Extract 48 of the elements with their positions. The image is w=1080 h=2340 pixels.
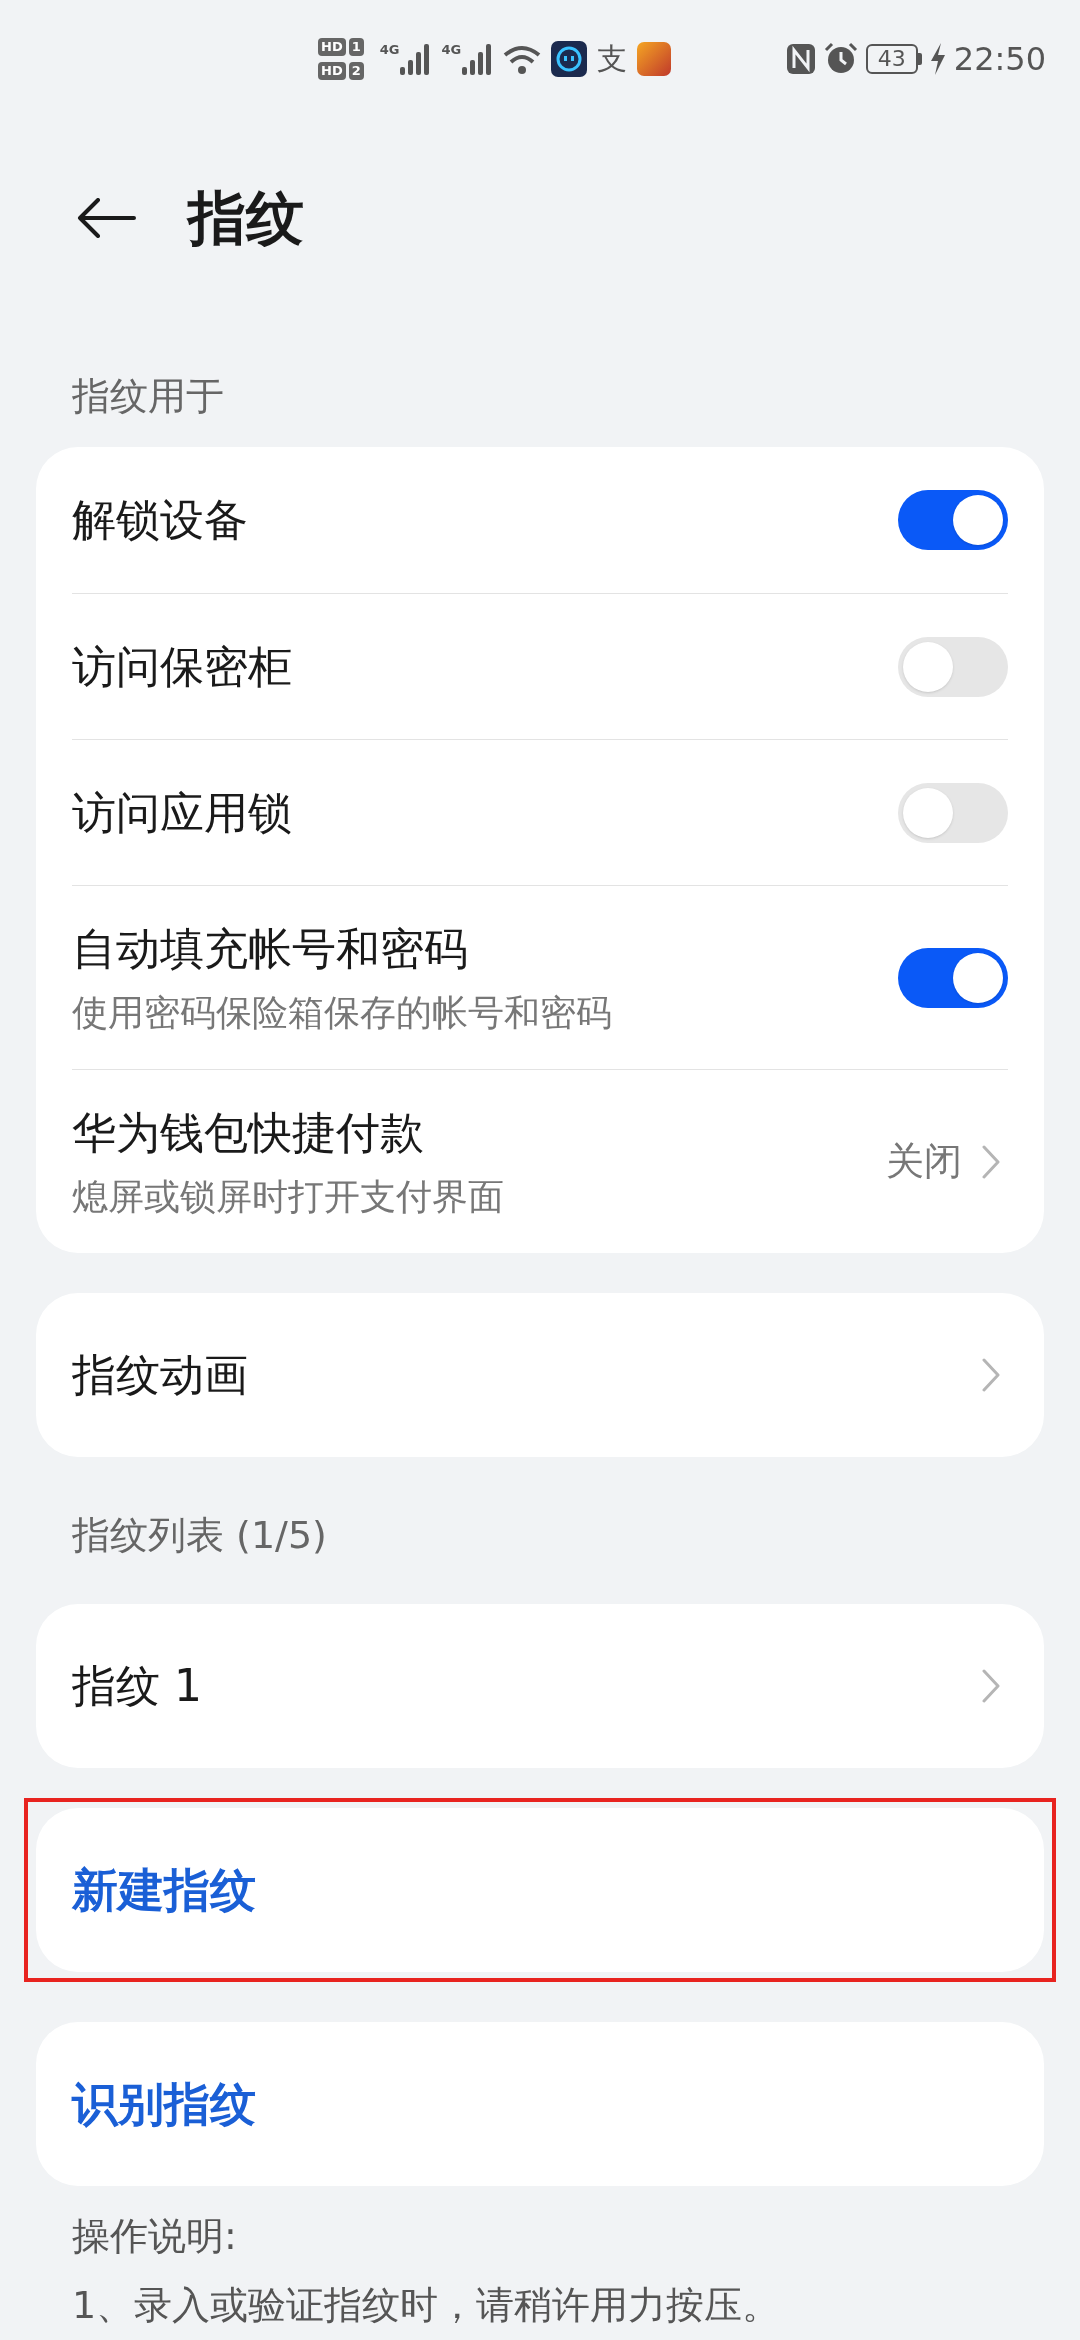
- row-title: 华为钱包快捷付款: [72, 1105, 425, 1160]
- row-value: 关闭: [886, 1138, 962, 1185]
- charging-icon: [929, 43, 946, 75]
- instruction-text: 操作说明:: [72, 2213, 238, 2260]
- settings-row[interactable]: 自动填充帐号和密码 使用密码保险箱保存的帐号和密码: [72, 885, 1008, 1069]
- row-title: 指纹 1: [72, 1659, 203, 1713]
- battery-icon: 43: [865, 44, 918, 74]
- toggle-switch[interactable]: [898, 490, 1008, 550]
- sim-slot-badge: 1: [348, 38, 364, 56]
- row-title: 访问应用锁: [72, 785, 293, 840]
- row-subtitle: 使用密码保险箱保存的帐号和密码: [72, 990, 613, 1035]
- row-subtitle: 熄屏或锁屏时打开支付界面: [72, 1174, 505, 1219]
- page-title: 指纹: [188, 182, 304, 254]
- sim-slot-badge: 2: [348, 62, 364, 80]
- section-label: 指纹用于: [71, 373, 225, 420]
- network-type-label: 4G: [441, 43, 462, 56]
- settings-row[interactable]: 访问应用锁: [72, 739, 1008, 885]
- settings-row[interactable]: 访问保密柜: [72, 593, 1008, 739]
- row-title: 解锁设备: [72, 493, 249, 547]
- row-title: 识别指纹: [72, 2075, 257, 2133]
- signal-icon: [399, 43, 432, 75]
- network-type-label: 4G: [379, 43, 400, 56]
- settings-row[interactable]: 新建指纹: [72, 1808, 1008, 1972]
- instruction-text: 1、录入或验证指纹时，请稍许用力按压。: [72, 2282, 782, 2329]
- hd-badge: HD: [318, 38, 346, 56]
- chevron-right-icon: [982, 1144, 1000, 1179]
- settings-row[interactable]: 指纹 1: [72, 1604, 1008, 1768]
- row-title: 自动填充帐号和密码: [72, 921, 469, 976]
- settings-row[interactable]: 解锁设备: [72, 447, 1008, 593]
- settings-row[interactable]: 指纹动画: [72, 1293, 1008, 1457]
- settings-row[interactable]: 识别指纹: [72, 2022, 1008, 2186]
- payment-app-icon: 支: [597, 44, 628, 74]
- nfc-icon: [785, 43, 816, 75]
- alarm-icon: [823, 42, 858, 76]
- row-title: 指纹动画: [72, 1348, 249, 1402]
- hd-badge: HD: [318, 62, 346, 80]
- chevron-right-icon: [982, 1358, 1000, 1392]
- chat-app-icon: [551, 41, 588, 77]
- clock-time: 22:50: [953, 39, 1046, 80]
- wifi-icon: [503, 43, 542, 75]
- signal-icon: [461, 43, 494, 75]
- back-arrow-icon: [76, 198, 136, 238]
- row-title: 访问保密柜: [72, 639, 293, 694]
- chevron-right-icon: [982, 1669, 1000, 1703]
- game-app-icon: [637, 42, 672, 76]
- settings-row[interactable]: 华为钱包快捷付款 熄屏或锁屏时打开支付界面 关闭: [72, 1069, 1008, 1253]
- section-label: 指纹列表 (1/5): [71, 1512, 328, 1559]
- row-title: 新建指纹: [72, 1861, 257, 1919]
